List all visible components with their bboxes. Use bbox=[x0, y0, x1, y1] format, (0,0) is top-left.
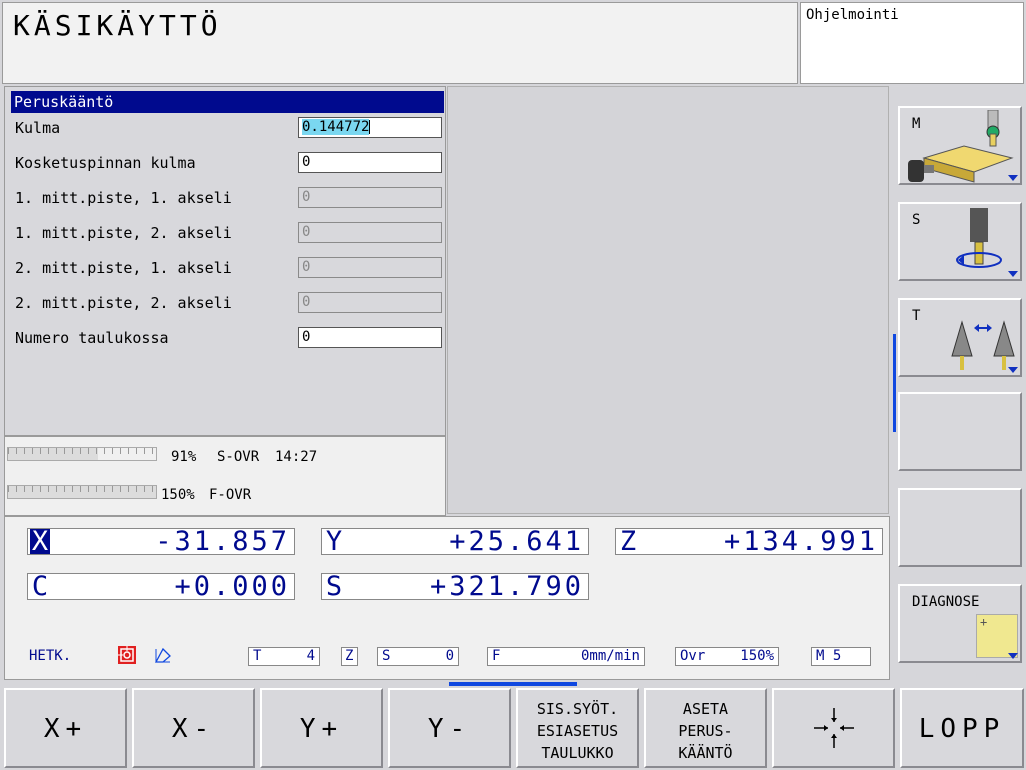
clock-time: 14:27 bbox=[275, 449, 318, 465]
set-basic-rotation-button[interactable]: ASETA PERUS- KÄÄNTÖ bbox=[644, 688, 767, 768]
axis-label: Y bbox=[325, 526, 343, 557]
m-function-status: M 5 bbox=[811, 647, 871, 666]
axis-c-display: C +0.000 bbox=[27, 573, 295, 600]
table-number-input[interactable]: 0 bbox=[298, 327, 442, 348]
field-label: 2. mitt.piste, 1. akseli bbox=[15, 259, 232, 277]
spindle-icon bbox=[950, 208, 1010, 280]
tool-status: T4 bbox=[248, 647, 320, 666]
f-ovr-label: F-OVR bbox=[209, 487, 252, 503]
axis-x-display: X -31.857 bbox=[27, 528, 295, 555]
softkey-row-indicator bbox=[449, 682, 577, 686]
form-row-p1-axis1: 1. mitt.piste, 1. akseli 0 bbox=[15, 187, 445, 209]
diagnose-note-icon: + bbox=[976, 614, 1018, 658]
form-row-table-number: Numero taulukossa 0 bbox=[15, 327, 445, 349]
p1-axis1-input: 0 bbox=[298, 187, 442, 208]
form-row-p2-axis1: 2. mitt.piste, 1. akseli 0 bbox=[15, 257, 445, 279]
axis-label: Z bbox=[619, 526, 637, 557]
s-ovr-label: S-OVR bbox=[217, 449, 260, 465]
f-ovr-bar bbox=[7, 485, 157, 499]
softkey-scroll-indicator bbox=[893, 334, 896, 432]
field-label: 1. mitt.piste, 2. akseli bbox=[15, 224, 232, 242]
field-label: 1. mitt.piste, 1. akseli bbox=[15, 189, 232, 207]
secondary-mode-panel: Ohjelmointi bbox=[800, 2, 1024, 84]
field-label: Kulma bbox=[15, 119, 61, 137]
end-button[interactable]: LOPP bbox=[900, 688, 1024, 768]
graphic-view-area bbox=[447, 86, 889, 514]
crosshair-button[interactable] bbox=[772, 688, 895, 768]
s-ovr-bar bbox=[7, 447, 157, 461]
p1-axis2-input: 0 bbox=[298, 222, 442, 243]
position-mode-label: HETK. bbox=[29, 648, 72, 664]
y-plus-button[interactable]: Y+ bbox=[260, 688, 383, 768]
axis-value: +25.641 bbox=[449, 526, 584, 557]
spindle-position-display: S +321.790 bbox=[321, 573, 589, 600]
axis-value: +0.000 bbox=[174, 571, 290, 602]
x-plus-button[interactable]: X+ bbox=[4, 688, 127, 768]
empty-softkey-1[interactable] bbox=[898, 392, 1022, 471]
mode-header: KÄSIKÄYTTÖ bbox=[2, 2, 798, 84]
s-softkey[interactable]: S bbox=[898, 202, 1022, 281]
diagnose-softkey[interactable]: DIAGNOSE + bbox=[898, 584, 1022, 663]
axis-value: +134.991 bbox=[723, 526, 878, 557]
field-label: Kosketuspinnan kulma bbox=[15, 154, 196, 172]
crosshair-icon bbox=[814, 708, 854, 752]
p2-axis1-input: 0 bbox=[298, 257, 442, 278]
z-status: Z bbox=[341, 647, 358, 666]
machine-table-icon bbox=[904, 109, 1016, 188]
y-minus-button[interactable]: Y- bbox=[388, 688, 511, 768]
feed-status: F 0mm/min bbox=[487, 647, 645, 666]
axis-label: X bbox=[30, 526, 50, 557]
form-title: Peruskääntö bbox=[11, 91, 444, 113]
axis-label: C bbox=[31, 571, 49, 602]
axis-label: S bbox=[325, 571, 343, 602]
basic-rotation-icon bbox=[117, 645, 137, 665]
axis-value: -31.857 bbox=[155, 526, 290, 557]
form-row-touch-angle: Kosketuspinnan kulma 0 bbox=[15, 152, 445, 174]
page-title: KÄSIKÄYTTÖ bbox=[13, 9, 222, 42]
t-softkey[interactable]: T bbox=[898, 298, 1022, 377]
p2-axis2-input: 0 bbox=[298, 292, 442, 313]
axis-z-display: Z +134.991 bbox=[615, 528, 883, 555]
form-row-p1-axis2: 1. mitt.piste, 2. akseli 0 bbox=[15, 222, 445, 244]
empty-softkey-2[interactable] bbox=[898, 488, 1022, 567]
axis-y-display: Y +25.641 bbox=[321, 528, 589, 555]
preset-table-button[interactable]: SIS.SYÖT. ESIASETUS TAULUKKO bbox=[516, 688, 639, 768]
spindle-status: S0 bbox=[377, 647, 459, 666]
x-minus-button[interactable]: X- bbox=[132, 688, 255, 768]
override-status: Ovr 150% bbox=[675, 647, 779, 666]
angle-input[interactable]: 0.144772 bbox=[298, 117, 442, 138]
field-label: 2. mitt.piste, 2. akseli bbox=[15, 294, 232, 312]
axis-value: +321.790 bbox=[429, 571, 584, 602]
s-ovr-percent: 91% bbox=[171, 449, 197, 465]
override-panel: 91% S-OVR 14:27 150% F-OVR bbox=[4, 436, 446, 516]
tilt-plane-icon bbox=[153, 645, 173, 665]
form-row-angle: Kulma 0.144772 bbox=[15, 117, 445, 139]
f-ovr-percent: 150% bbox=[161, 487, 195, 503]
m-softkey[interactable]: M bbox=[898, 106, 1022, 185]
field-label: Numero taulukossa bbox=[15, 329, 169, 347]
form-row-p2-axis2: 2. mitt.piste, 2. akseli 0 bbox=[15, 292, 445, 314]
position-display: X -31.857 Y +25.641 Z +134.991 C +0.000 … bbox=[4, 516, 890, 680]
basic-rotation-form: Peruskääntö Kulma 0.144772 Kosketuspinna… bbox=[4, 86, 446, 436]
secondary-mode-label: Ohjelmointi bbox=[806, 7, 899, 23]
touch-angle-input[interactable]: 0 bbox=[298, 152, 442, 173]
